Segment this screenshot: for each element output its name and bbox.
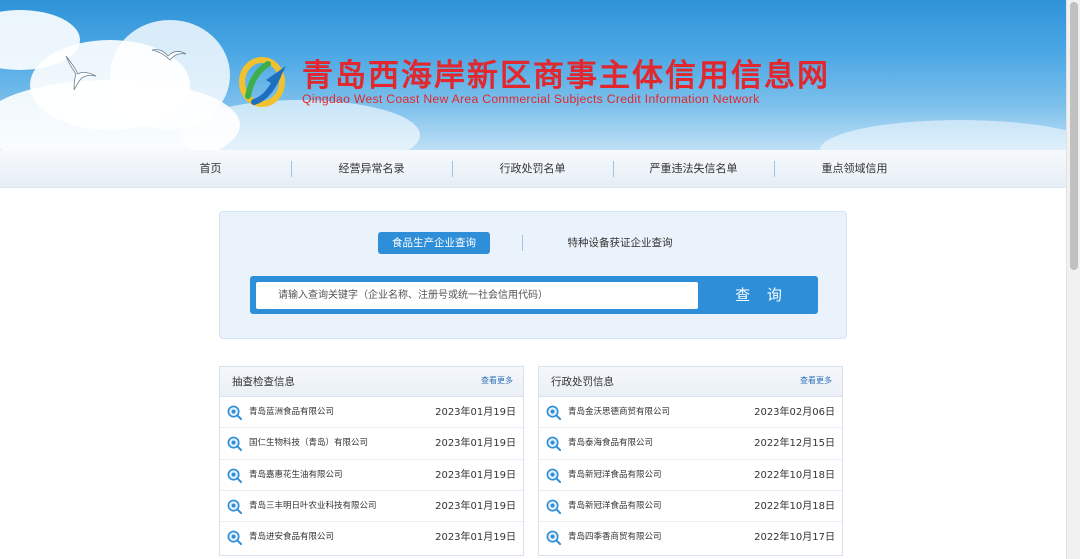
list-item[interactable]: 青岛四季香商贸有限公司 2022年10月17日 [539,522,842,553]
search-magnifier-icon [227,436,242,452]
list-item[interactable]: 青岛嘉惠花生油有限公司 2023年01月19日 [220,460,523,491]
cloud-decoration [820,120,1066,150]
list-item[interactable]: 青岛金沃思德商贸有限公司 2023年02月06日 [539,397,842,429]
nav-item-key-areas[interactable]: 重点领域信用 [774,150,935,188]
tab-food-production[interactable]: 食品生产企业查询 [378,232,490,254]
panel-title: 抽查检查信息 [232,376,295,388]
view-more-link[interactable]: 查看更多 [800,367,832,395]
record-date: 2023年01月19日 [435,438,516,450]
company-name: 青岛泰海食品有限公司 [568,438,654,449]
search-magnifier-icon [546,405,561,420]
seagull-icon [65,55,97,91]
search-magnifier-icon [227,530,242,546]
record-date: 2023年02月06日 [754,407,835,418]
site-subtitle: Qingdao West Coast New Area Commercial S… [302,92,760,106]
list-item[interactable]: 青岛泰海食品有限公司 2022年12月15日 [539,428,842,460]
tab-special-equipment[interactable]: 特种设备获证企业查询 [550,232,690,254]
company-name: 青岛进安食品有限公司 [249,532,335,543]
tab-divider [522,235,523,251]
record-date: 2023年01月19日 [435,532,516,544]
view-more-link[interactable]: 查看更多 [481,367,513,395]
panel-header: 抽查检查信息 查看更多 [220,367,523,397]
search-magnifier-icon [227,405,242,420]
scrollbar-thumb[interactable] [1070,2,1078,270]
record-date: 2022年12月15日 [754,438,835,450]
site-title: 青岛西海岸新区商事主体信用信息网 [302,58,830,94]
header-banner: 青岛西海岸新区商事主体信用信息网 Qingdao West Coast New … [0,0,1066,150]
list-item[interactable]: 青岛新冠洋食品有限公司 2022年10月18日 [539,491,842,523]
nav-item-home[interactable]: 首页 [130,150,291,188]
search-magnifier-icon [546,468,561,483]
panel-header: 行政处罚信息 查看更多 [539,367,842,397]
record-date: 2022年10月18日 [754,469,835,481]
page: 青岛西海岸新区商事主体信用信息网 Qingdao West Coast New … [0,0,1080,559]
company-name: 青岛新冠洋食品有限公司 [568,469,662,480]
company-name: 青岛四季香商贸有限公司 [568,532,662,543]
list-item[interactable]: 国仁生物科技（青岛）有限公司 2023年01月19日 [220,428,523,460]
nav-item-abnormal-list[interactable]: 经营异常名录 [291,150,452,188]
company-name: 青岛三丰明日叶农业科技有限公司 [249,500,377,511]
search-bar: 查 询 [250,276,818,314]
panel-title: 行政处罚信息 [551,376,614,388]
list-item[interactable]: 青岛新冠洋食品有限公司 2022年10月18日 [539,460,842,491]
nav-item-penalty-list[interactable]: 行政处罚名单 [452,150,613,188]
company-name: 青岛嘉惠花生油有限公司 [249,469,343,480]
list-item[interactable]: 青岛三丰明日叶农业科技有限公司 2023年01月19日 [220,491,523,523]
list-item[interactable]: 青岛进安食品有限公司 2023年01月19日 [220,522,523,553]
company-name: 青岛金沃思德商贸有限公司 [568,407,671,417]
seagull-icon [151,49,187,61]
page-scrollbar[interactable] [1066,0,1080,559]
search-panel: 食品生产企业查询 特种设备获证企业查询 查 询 [219,211,847,339]
inspection-info-panel: 抽查检查信息 查看更多 青岛蓝洲食品有限公司 2023年01月19日 国仁生物科… [219,366,524,556]
record-date: 2022年10月18日 [754,500,835,512]
company-name: 国仁生物科技（青岛）有限公司 [249,438,369,449]
search-magnifier-icon [546,530,561,546]
search-button[interactable]: 查 询 [705,276,818,314]
company-name: 青岛新冠洋食品有限公司 [568,500,662,511]
company-name: 青岛蓝洲食品有限公司 [249,407,335,417]
penalty-info-panel: 行政处罚信息 查看更多 青岛金沃思德商贸有限公司 2023年02月06日 青岛泰… [538,366,843,556]
search-magnifier-icon [227,499,242,514]
nav-item-dishonest-list[interactable]: 严重违法失信名单 [613,150,774,188]
site-logo-icon [239,57,286,107]
search-magnifier-icon [546,499,561,514]
record-date: 2023年01月19日 [435,500,516,512]
list-item[interactable]: 青岛蓝洲食品有限公司 2023年01月19日 [220,397,523,429]
record-date: 2022年10月17日 [754,532,835,544]
record-date: 2023年01月19日 [435,469,516,481]
search-magnifier-icon [546,436,561,452]
record-date: 2023年01月19日 [435,407,516,418]
main-nav: 首页 经营异常名录 行政处罚名单 严重违法失信名单 重点领域信用 [0,150,1066,188]
search-input[interactable] [256,282,698,309]
search-magnifier-icon [227,468,242,483]
